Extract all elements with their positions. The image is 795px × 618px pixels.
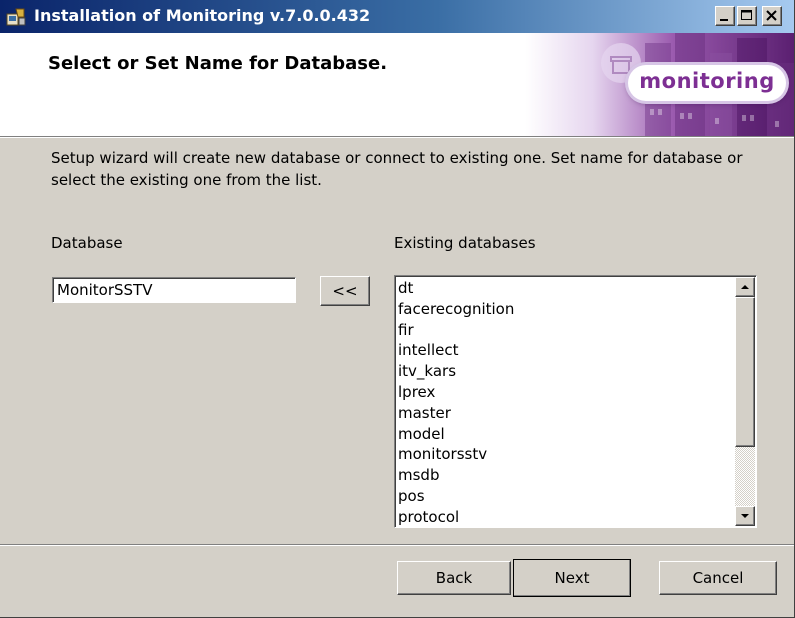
list-item[interactable]: master xyxy=(398,403,728,424)
monitoring-logo: monitoring xyxy=(628,65,786,101)
list-item[interactable]: itv_kars xyxy=(398,361,728,382)
existing-databases-list[interactable]: dt facerecognition fir intellect itv_kars lpr… xyxy=(394,275,757,528)
list-item[interactable]: pos xyxy=(398,486,728,507)
list-item[interactable]: lprex xyxy=(398,382,728,403)
back-button[interactable]: Back xyxy=(397,561,511,595)
scroll-down-button[interactable] xyxy=(735,506,755,526)
scroll-up-button[interactable] xyxy=(735,277,755,297)
existing-databases-label: Existing databases xyxy=(394,234,536,252)
installer-icon xyxy=(6,7,26,27)
header-divider-highlight xyxy=(0,137,794,138)
vertical-scrollbar[interactable] xyxy=(735,277,755,526)
logo-text: monitoring xyxy=(639,69,775,93)
list-items: dt facerecognition fir intellect itv_kars lpr… xyxy=(398,278,728,527)
list-item[interactable]: intellect xyxy=(398,340,728,361)
close-button[interactable] xyxy=(762,6,782,26)
copy-selection-button[interactable]: << xyxy=(320,276,370,306)
page-title: Select or Set Name for Database. xyxy=(48,53,388,74)
arrow-up-icon xyxy=(741,285,749,289)
list-item[interactable]: dt xyxy=(398,278,728,299)
maximize-button[interactable] xyxy=(737,6,757,26)
installer-window: Installation of Monitoring v.7.0.0.432 S… xyxy=(0,0,795,618)
next-button[interactable]: Next xyxy=(513,559,631,597)
footer-divider-highlight xyxy=(0,545,794,546)
list-item[interactable]: msdb xyxy=(398,465,728,486)
list-item[interactable]: monitorsstv xyxy=(398,444,728,465)
window-title: Installation of Monitoring v.7.0.0.432 xyxy=(34,6,371,25)
database-name-input[interactable]: MonitorSSTV xyxy=(52,277,296,303)
database-label: Database xyxy=(51,234,123,252)
description-text: Setup wizard will create new database or… xyxy=(51,149,743,189)
title-bar[interactable]: Installation of Monitoring v.7.0.0.432 xyxy=(0,0,794,33)
scroll-thumb[interactable] xyxy=(735,297,755,447)
list-item[interactable]: model xyxy=(398,424,728,445)
wizard-header: Select or Set Name for Database. monitor… xyxy=(0,33,794,136)
minimize-button[interactable] xyxy=(715,6,735,26)
cancel-button[interactable]: Cancel xyxy=(659,561,777,595)
list-item[interactable]: protocol xyxy=(398,507,728,527)
list-item[interactable]: facerecognition xyxy=(398,299,728,320)
arrow-down-icon xyxy=(741,514,749,518)
list-item[interactable]: fir xyxy=(398,320,728,341)
